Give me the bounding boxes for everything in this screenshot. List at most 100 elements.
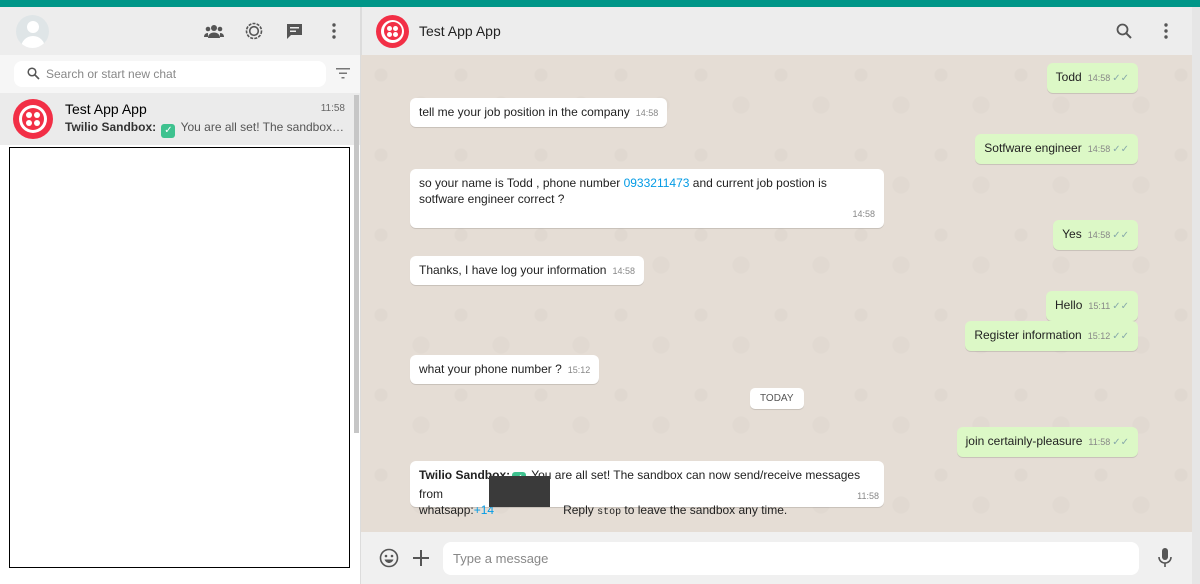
message-text: Register information: [974, 328, 1082, 342]
chat-time: 11:58: [320, 103, 345, 114]
message-text: to leave the sandbox any time.: [621, 503, 788, 517]
avatar-head: [26, 20, 39, 33]
message-time: 15:12: [1087, 331, 1111, 341]
message-time: 11:58: [857, 491, 879, 501]
avatar[interactable]: [16, 14, 49, 48]
menu-icon[interactable]: [324, 21, 344, 41]
read-receipt-icon: ✓✓: [1112, 331, 1129, 342]
message-bubble-outgoing[interactable]: join certainly-pleasure 11:58 ✓✓: [956, 427, 1138, 457]
message-text: join certainly-pleasure: [965, 434, 1083, 448]
message-bubble-outgoing[interactable]: Hello 15:11 ✓✓: [1046, 291, 1138, 321]
message-time: 15:12: [567, 365, 591, 375]
search-icon[interactable]: [27, 67, 40, 85]
read-receipt-icon: ✓✓: [1112, 144, 1129, 155]
chat-row-top: Test App App 11:58: [65, 101, 345, 117]
status-icon[interactable]: [244, 21, 264, 41]
redaction-box: [489, 476, 550, 507]
conversation-header: Test App App: [361, 7, 1200, 55]
microphone-icon[interactable]: [1155, 548, 1175, 568]
message-time: 15:11: [1088, 301, 1111, 311]
check-emoji-icon: ✓: [161, 123, 176, 138]
attach-icon[interactable]: [411, 548, 431, 568]
read-receipt-icon: ✓✓: [1112, 437, 1129, 448]
message-text: Thanks, I have log your information: [419, 263, 607, 277]
phone-link[interactable]: 0933211473: [624, 176, 690, 190]
search-icon[interactable]: [1114, 21, 1134, 41]
logo-dot: [26, 120, 32, 126]
conversation-avatar-logo[interactable]: [376, 14, 409, 48]
chat-list-item[interactable]: Test App App 11:58 Twilio Sandbox: ✓ You…: [0, 93, 360, 145]
logo-dot: [387, 25, 392, 31]
top-accent-bar: [0, 0, 1200, 7]
message-bubble-outgoing[interactable]: Register information 15:12 ✓✓: [965, 321, 1138, 351]
avatar-body: [20, 35, 45, 48]
read-receipt-icon: ✓✓: [1112, 73, 1129, 84]
message-text: Reply: [563, 503, 598, 517]
search-bar: [0, 55, 360, 93]
message-text: Sotfware engineer: [984, 141, 1082, 155]
community-icon[interactable]: [204, 21, 224, 41]
chat-preview-sender: Twilio Sandbox:: [65, 119, 157, 134]
search-input[interactable]: [46, 67, 296, 81]
chat-preview-text: You are all set! The sandbox can now sen…: [180, 119, 345, 134]
logo-inner: [22, 108, 44, 130]
redacted-panel: [9, 147, 350, 568]
message-bubble-incoming[interactable]: Twilio Sandbox:✓ You are all set! The sa…: [410, 461, 884, 518]
message-time: 14:58: [635, 108, 659, 118]
sidebar-header-actions: [204, 21, 344, 41]
logo-dot: [34, 120, 40, 126]
message-bubble-outgoing[interactable]: Sotfware engineer 14:58 ✓✓: [975, 134, 1138, 164]
message-line-1: Twilio Sandbox:✓ You are all set! The sa…: [419, 467, 875, 502]
message-time: 14:58: [852, 209, 875, 219]
filter-icon[interactable]: [336, 66, 350, 84]
conversation-panel: Test App App Todd 14:58 ✓✓ tell me your jo…: [361, 7, 1200, 584]
message-input[interactable]: [453, 550, 1123, 566]
message-text: so your name is Todd , phone number: [419, 176, 624, 190]
message-text: whatsapp:: [419, 503, 474, 517]
conversation-actions: [1114, 21, 1176, 41]
message-time: 14:58: [1087, 144, 1111, 154]
message-time: 14:58: [1087, 73, 1111, 83]
logo-dot: [393, 31, 398, 37]
search-box: [14, 61, 326, 87]
read-receipt-icon: ✓✓: [1112, 230, 1129, 241]
menu-icon[interactable]: [1156, 21, 1176, 41]
message-text: Yes: [1062, 227, 1082, 241]
message-text: Todd: [1055, 70, 1082, 84]
message-bubble-incoming[interactable]: so your name is Todd , phone number 0933…: [410, 169, 884, 228]
chat-meta: Test App App 11:58 Twilio Sandbox: ✓ You…: [65, 101, 345, 138]
read-receipt-icon: ✓✓: [1112, 301, 1129, 312]
new-chat-icon[interactable]: [284, 21, 304, 41]
message-bubble-outgoing[interactable]: Todd 14:58 ✓✓: [1046, 63, 1138, 93]
logo-inner: [383, 22, 402, 40]
logo-dot: [34, 112, 40, 118]
chat-name: Test App App: [65, 100, 147, 117]
sidebar-scrollbar[interactable]: [354, 95, 359, 433]
contact-avatar-logo: [13, 99, 53, 139]
chat-preview: Twilio Sandbox: ✓ You are all set! The s…: [65, 120, 345, 138]
logo-dot: [393, 25, 398, 31]
composer: [361, 532, 1200, 584]
emoji-icon[interactable]: [379, 548, 399, 568]
message-time: 14:58: [612, 266, 635, 276]
whatsapp-web-app: Test App App 11:58 Twilio Sandbox: ✓ You…: [0, 7, 1200, 584]
message-bubble-outgoing[interactable]: Yes 14:58 ✓✓: [1053, 220, 1138, 250]
message-list: Todd 14:58 ✓✓ tell me your job position in…: [361, 55, 1200, 532]
message-code: stop: [597, 507, 622, 518]
message-input-box: [443, 541, 1139, 575]
conversation-title[interactable]: Test App App: [419, 23, 501, 39]
message-bubble-incoming[interactable]: what your phone number ? 15:12: [410, 355, 600, 384]
message-text: Hello: [1055, 298, 1083, 312]
date-divider: TODAY: [750, 388, 804, 409]
window-edge: [1192, 7, 1200, 584]
message-text: what your phone number ?: [419, 362, 562, 376]
logo-dot: [26, 112, 32, 118]
message-bubble-incoming[interactable]: tell me your job position in the company…: [410, 98, 668, 127]
logo-dot: [387, 31, 392, 37]
message-line-2: whatsapp:+14 Reply stop to leave the sand…: [419, 502, 875, 521]
sidebar: Test App App 11:58 Twilio Sandbox: ✓ You…: [0, 7, 361, 584]
message-time: 14:58: [1087, 230, 1111, 240]
message-bubble-incoming[interactable]: Thanks, I have log your information 14:58: [410, 256, 644, 285]
message-time: 11:58: [1088, 437, 1111, 447]
message-text: tell me your job position in the company: [419, 105, 630, 119]
